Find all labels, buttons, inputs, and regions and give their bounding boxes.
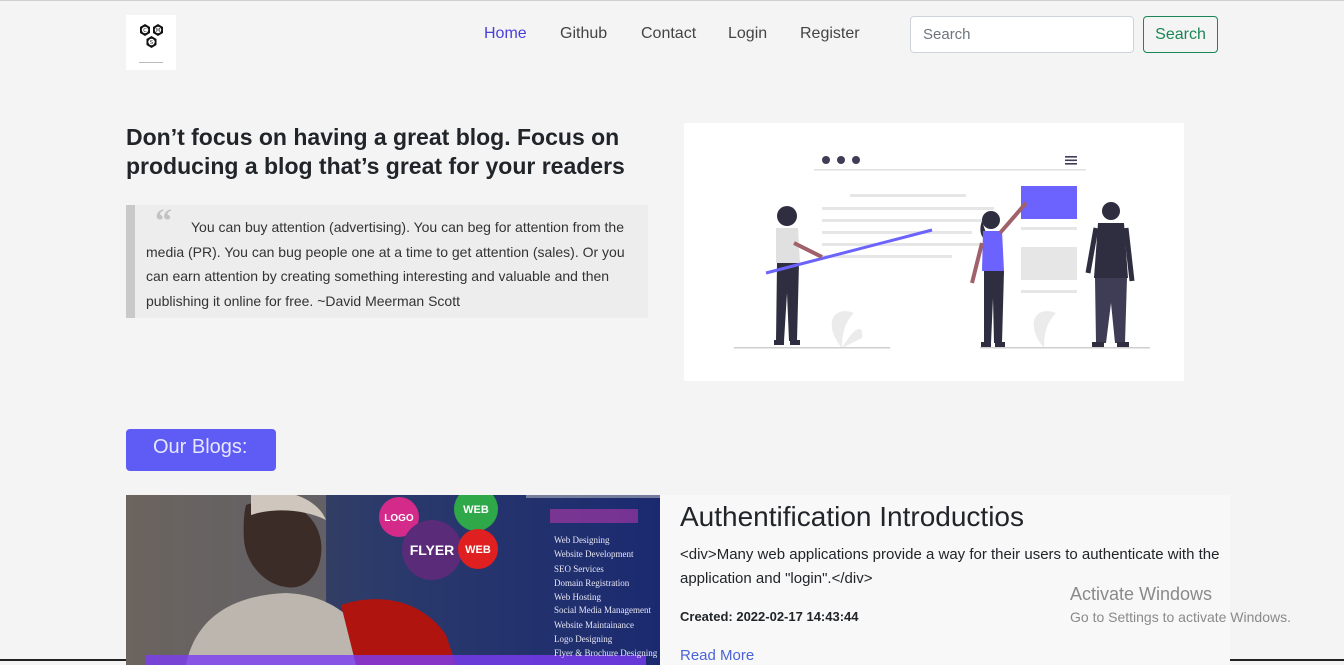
logo-letter-c: C	[143, 28, 147, 34]
bubble-flyer-text: FLYER	[410, 542, 455, 558]
service-item: Website Maintainance	[554, 620, 634, 630]
nav-contact-link[interactable]: Contact	[641, 25, 696, 43]
service-item: SEO Services	[554, 564, 604, 574]
blog-card: LOGO FLYER WEB WEB Web Designing Website…	[126, 495, 1230, 665]
service-item: Web Designing	[554, 535, 610, 545]
service-item: Web Hosting	[554, 592, 602, 602]
blog-card-image: LOGO FLYER WEB WEB Web Designing Website…	[126, 495, 660, 665]
blog-card-created: Created: 2022-02-17 14:43:44	[680, 609, 859, 624]
bubble-logo-text: LOGO	[384, 513, 414, 524]
service-item: Social Media Management	[554, 605, 651, 615]
site-logo[interactable]: C M S	[126, 15, 176, 70]
bubble-web-text-1: WEB	[463, 504, 489, 516]
bubble-web-text-2: WEB	[465, 544, 491, 556]
search-button[interactable]: Search	[1143, 16, 1218, 53]
quote-mark-icon: “	[155, 203, 172, 240]
nav-github-link[interactable]: Github	[560, 25, 607, 43]
hero-title: Don’t focus on having a great blog. Focu…	[126, 124, 625, 179]
nav-login-link[interactable]: Login	[728, 25, 767, 43]
service-item: Domain Registration	[554, 578, 630, 588]
service-item: Flyer & Brochure Designing	[554, 648, 658, 658]
activate-windows-subtitle: Go to Settings to activate Windows.	[1070, 609, 1291, 625]
activate-windows-title: Activate Windows	[1070, 584, 1213, 604]
nav-register-link[interactable]: Register	[800, 25, 860, 43]
read-more-link[interactable]: Read More	[680, 647, 754, 664]
hero-illustration	[684, 123, 1184, 381]
service-item: Website Development	[554, 549, 634, 559]
nav-home-link[interactable]: Home	[484, 25, 527, 43]
search-input[interactable]	[910, 16, 1134, 53]
hero-quote: “ You can buy attention (advertising). Y…	[126, 203, 648, 318]
service-item: Logo Designing	[554, 634, 613, 644]
blog-card-title[interactable]: Authentification Introductios	[680, 501, 1024, 533]
logo-letter-m: M	[156, 28, 160, 34]
logo-letter-s: S	[150, 40, 153, 46]
our-blogs-heading: Our Blogs:	[126, 429, 276, 471]
hero-quote-text: You can buy attention (advertising). You…	[146, 219, 625, 309]
